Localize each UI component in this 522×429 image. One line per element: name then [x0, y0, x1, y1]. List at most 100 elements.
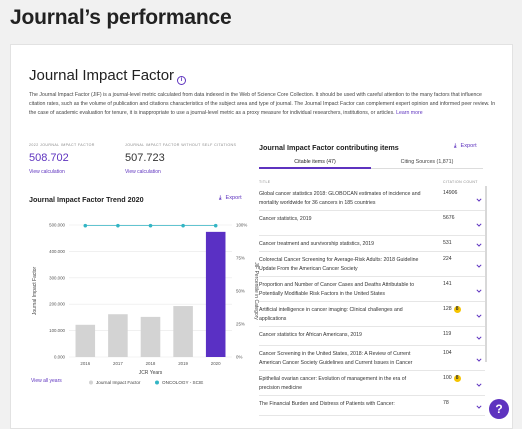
- chevron-down-icon[interactable]: [476, 222, 482, 228]
- chevron-down-icon[interactable]: [476, 404, 482, 410]
- item-citation-count: 78: [443, 400, 449, 406]
- y2-tick-label: 0%: [236, 355, 242, 360]
- chevron-down-icon[interactable]: [476, 357, 482, 363]
- legend-swatch-category: [155, 380, 159, 385]
- chevron-down-icon[interactable]: [476, 313, 482, 319]
- table-row[interactable]: Artificial intelligence in cancer imagin…: [259, 302, 485, 327]
- item-title[interactable]: Proportion and Number of Cancer Cases an…: [259, 281, 421, 299]
- chevron-down-icon[interactable]: [476, 288, 482, 294]
- chevron-down-icon[interactable]: [476, 263, 482, 269]
- bar-2018[interactable]: [140, 316, 161, 357]
- item-title[interactable]: Cancer treatment and survivorship statis…: [259, 240, 421, 249]
- bar-2020[interactable]: [205, 231, 226, 357]
- y-tick-label: 300.000: [49, 275, 65, 280]
- column-header-citation-count: CITATION COUNT: [443, 180, 478, 184]
- legend-swatch-jif: [89, 380, 93, 385]
- x-tick-label: 2018: [146, 361, 156, 366]
- item-title[interactable]: Global cancer statistics 2018: GLOBOCAN …: [259, 190, 421, 208]
- item-title[interactable]: Artificial intelligence in cancer imagin…: [259, 306, 421, 324]
- y-tick-label: 400.000: [49, 249, 65, 254]
- chevron-down-icon[interactable]: [476, 382, 482, 388]
- item-title[interactable]: Cancer Screening in the United States, 2…: [259, 350, 421, 368]
- item-citation-count-value: 78: [443, 400, 449, 406]
- jif-no-self-metric-value: 507.723: [125, 152, 165, 164]
- learn-more-link[interactable]: Learn more: [396, 110, 423, 116]
- table-row[interactable]: Global cancer statistics 2018: GLOBOCAN …: [259, 186, 485, 211]
- jif-no-self-metric-label: JOURNAL IMPACT FACTOR WITHOUT SELF CITAT…: [125, 143, 237, 147]
- trend-title: Journal Impact Factor Trend 2020: [29, 195, 144, 204]
- item-citation-count: 141: [443, 281, 452, 287]
- item-citation-count-value: 141: [443, 281, 452, 287]
- chevron-down-icon[interactable]: [476, 197, 482, 203]
- item-citation-count: 128 8: [443, 306, 461, 313]
- y2-tick-label: 25%: [236, 322, 245, 327]
- item-title[interactable]: Cancer statistics for African Americans,…: [259, 331, 421, 340]
- jif-view-calculation-link[interactable]: View calculation: [29, 169, 65, 175]
- percentile-point[interactable]: [181, 223, 185, 228]
- jif-section-title: Journal Impact Factor i: [29, 67, 187, 85]
- chevron-down-icon[interactable]: [476, 335, 482, 341]
- item-title[interactable]: Colorectal Cancer Screening for Average-…: [259, 256, 421, 274]
- tab-citable-items[interactable]: Citable items (47): [259, 156, 371, 169]
- legend-label-category: ONCOLOGY - SCIE: [162, 380, 203, 385]
- jif-description: The Journal Impact Factor (JIF) is a jou…: [29, 91, 499, 117]
- item-citation-count: 104: [443, 350, 452, 356]
- jif-no-self-view-calculation-link[interactable]: View calculation: [125, 169, 161, 175]
- item-citation-count-value: 224: [443, 256, 452, 262]
- chevron-down-icon[interactable]: [476, 242, 482, 248]
- item-citation-count: 119: [443, 331, 451, 337]
- info-icon[interactable]: i: [177, 76, 187, 85]
- jif-description-text: The Journal Impact Factor (JIF) is a jou…: [29, 92, 496, 116]
- bar-2017[interactable]: [108, 314, 128, 357]
- items-export-button[interactable]: ⤓ Export: [454, 143, 477, 150]
- item-title[interactable]: Cancer statistics, 2019: [259, 215, 421, 224]
- percentile-point[interactable]: [116, 223, 120, 228]
- percentile-point[interactable]: [213, 223, 218, 228]
- item-citation-count-value: 100: [443, 375, 452, 381]
- percentile-point[interactable]: [83, 223, 88, 228]
- download-icon: ⤓: [219, 195, 222, 201]
- x-tick-label: 2016: [80, 361, 90, 366]
- y2-tick-label: 100%: [236, 223, 247, 228]
- table-row[interactable]: Cancer treatment and survivorship statis…: [259, 236, 485, 252]
- contributing-items-title: Journal Impact Factor contributing items: [259, 143, 399, 152]
- item-citation-count-value: 5676: [443, 215, 455, 221]
- jif-metric-label: 2022 JOURNAL IMPACT FACTOR: [29, 143, 95, 147]
- table-row[interactable]: Cancer Screening in the United States, 2…: [259, 346, 485, 371]
- download-icon: ⤓: [454, 143, 457, 149]
- percentile-point[interactable]: [148, 223, 153, 228]
- table-row[interactable]: Proportion and Number of Cancer Cases an…: [259, 277, 485, 302]
- x-tick-label: 2019: [178, 361, 188, 366]
- items-tabs: Citable items (47) Citing Sources (1,871…: [259, 156, 483, 169]
- jif-trend-chart: 0.000 100.000 200.000 300.000 400.000 500.000…: [32, 223, 259, 386]
- items-scrollbar[interactable]: [485, 186, 487, 362]
- table-row[interactable]: Cancer statistics, 2019 5676: [259, 211, 485, 236]
- item-title[interactable]: Epithelial ovarian cancer: Evolution of …: [259, 375, 421, 393]
- help-button[interactable]: ?: [489, 399, 509, 419]
- item-citation-count: 531: [443, 240, 452, 246]
- table-row[interactable]: Epithelial ovarian cancer: Evolution of …: [259, 371, 485, 396]
- item-citation-count: 224: [443, 256, 452, 262]
- y2-tick-label: 50%: [236, 289, 245, 294]
- item-title[interactable]: The Financial Burden and Distress of Pat…: [259, 400, 421, 409]
- table-row[interactable]: Colorectal Cancer Screening for Average-…: [259, 252, 485, 277]
- item-citation-count-value: 531: [443, 240, 452, 246]
- y2-tick-label: 75%: [236, 256, 245, 261]
- tab-citing-sources[interactable]: Citing Sources (1,871): [371, 156, 483, 169]
- view-all-years-link[interactable]: View all years: [31, 378, 62, 384]
- y-tick-label: 500.000: [49, 223, 65, 228]
- y-tick-label: 200.000: [49, 302, 65, 307]
- jif-card: Journal Impact Factor i The Journal Impac…: [10, 44, 513, 429]
- table-row[interactable]: The Financial Burden and Distress of Pat…: [259, 396, 485, 416]
- column-header-title: TITLE: [259, 180, 271, 184]
- table-row[interactable]: Cancer statistics for African Americans,…: [259, 327, 485, 346]
- trend-export-label: Export: [225, 195, 242, 201]
- item-citation-count-value: 14906: [443, 190, 458, 196]
- trend-export-button[interactable]: ⤓ Export: [219, 195, 242, 202]
- item-citation-count: 14906: [443, 190, 457, 196]
- bar-2016[interactable]: [75, 324, 96, 357]
- item-citation-count-value: 104: [443, 350, 452, 356]
- bar-2019[interactable]: [173, 306, 193, 357]
- item-badge: 8: [453, 375, 461, 382]
- legend-label-jif: Journal Impact Factor: [96, 380, 141, 385]
